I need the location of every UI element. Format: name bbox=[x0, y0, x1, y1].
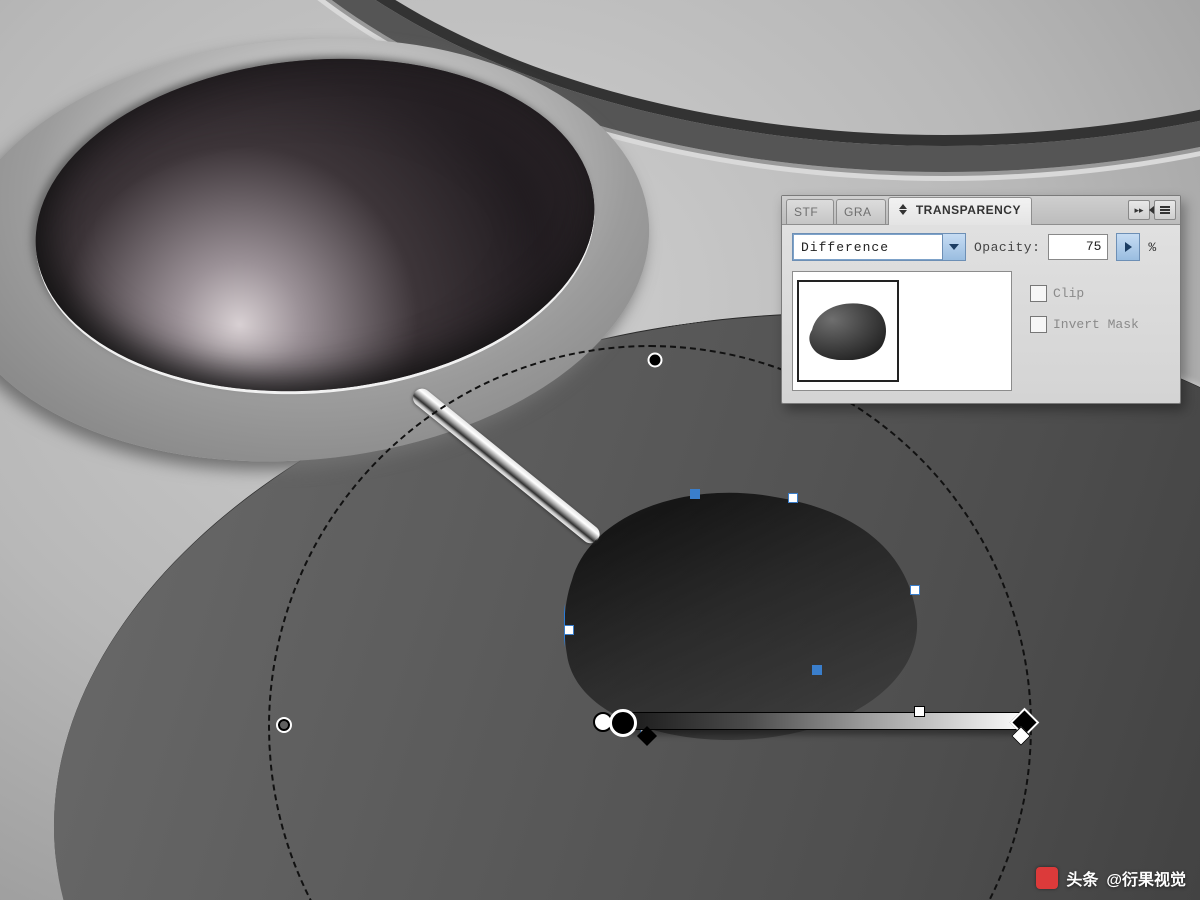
panel-tabstrip: STF GRA TRANSPARENCY ▸▸ bbox=[782, 196, 1180, 225]
flyout-menu-icon bbox=[1149, 206, 1154, 214]
clip-option[interactable]: Clip bbox=[1030, 285, 1139, 302]
tab-transparency-label: TRANSPARENCY bbox=[916, 203, 1021, 217]
opacity-unit: % bbox=[1148, 240, 1156, 255]
blend-mode-value: Difference bbox=[793, 240, 942, 255]
invert-mask-checkbox[interactable] bbox=[1030, 316, 1047, 333]
invert-mask-option[interactable]: Invert Mask bbox=[1030, 316, 1139, 333]
mask-thumbnail-empty[interactable] bbox=[903, 282, 1007, 380]
watermark: 头条 @衍果视觉 bbox=[1036, 866, 1186, 890]
opacity-input[interactable]: 75 bbox=[1048, 234, 1108, 260]
blend-mode-dropdown-icon[interactable] bbox=[942, 234, 965, 260]
watermark-handle: @衍果视觉 bbox=[1106, 866, 1186, 890]
gradient-slider[interactable] bbox=[625, 712, 1027, 730]
tab-collapse-icon[interactable] bbox=[899, 204, 908, 215]
object-thumbnail-shape bbox=[808, 302, 888, 360]
tab-stroke-truncated[interactable]: STF bbox=[786, 199, 834, 224]
transparency-panel[interactable]: STF GRA TRANSPARENCY ▸▸ Difference Opaci… bbox=[781, 195, 1181, 404]
clip-checkbox[interactable] bbox=[1030, 285, 1047, 302]
gradient-handle-center[interactable] bbox=[276, 717, 292, 733]
watermark-logo-icon bbox=[1036, 867, 1058, 889]
gradient-handle-top[interactable] bbox=[648, 353, 663, 368]
tab-gradient-truncated[interactable]: GRA bbox=[836, 199, 886, 224]
gradient-origin[interactable] bbox=[609, 709, 637, 737]
illustrator-canvas[interactable]: STF GRA TRANSPARENCY ▸▸ Difference Opaci… bbox=[0, 0, 1200, 900]
opacity-mask-slot[interactable] bbox=[792, 271, 1012, 391]
opacity-stepper[interactable] bbox=[1116, 233, 1140, 261]
clip-label: Clip bbox=[1053, 286, 1084, 301]
invert-mask-label: Invert Mask bbox=[1053, 317, 1139, 332]
opacity-label: Opacity: bbox=[974, 240, 1040, 255]
object-thumbnail[interactable] bbox=[797, 280, 899, 382]
panel-cycle-button[interactable]: ▸▸ bbox=[1128, 200, 1150, 220]
panel-flyout-menu-button[interactable] bbox=[1154, 200, 1176, 220]
watermark-prefix: 头条 bbox=[1066, 866, 1098, 890]
gradient-midpoint[interactable] bbox=[914, 706, 925, 717]
blend-mode-select[interactable]: Difference bbox=[792, 233, 966, 261]
tab-transparency[interactable]: TRANSPARENCY bbox=[888, 197, 1032, 225]
